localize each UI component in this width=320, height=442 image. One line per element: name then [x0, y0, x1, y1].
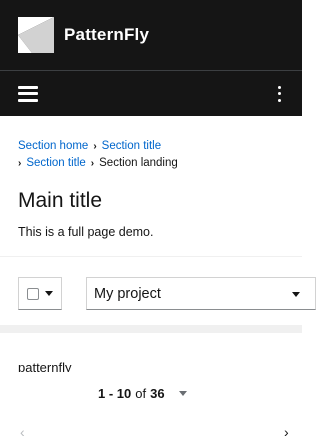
breadcrumb-link-section-title[interactable]: Section title	[102, 140, 161, 152]
page-title: Main title	[18, 189, 103, 212]
breadcrumb-line-1: Section home › Section title	[18, 138, 288, 155]
breadcrumb-separator-icon: ›	[93, 141, 97, 152]
toolbar-divider	[0, 256, 302, 257]
caret-down-icon	[45, 291, 53, 296]
project-select[interactable]: My project	[86, 277, 316, 310]
pagination-total: 36	[150, 386, 165, 401]
masthead-bottom	[0, 70, 302, 116]
breadcrumb-current: Section landing	[99, 157, 178, 169]
caret-down-icon	[178, 391, 187, 396]
bulk-select-dropdown[interactable]	[18, 277, 62, 310]
project-select-value: My project	[94, 285, 161, 302]
breadcrumb: Section home › Section title › Section titl…	[18, 138, 288, 172]
masthead-top: PatternFly	[0, 0, 302, 70]
caret-down-icon	[292, 292, 300, 297]
kebab-menu-icon[interactable]	[274, 85, 284, 102]
breadcrumb-link-section-home[interactable]: Section home	[18, 140, 88, 152]
pagination: 1 - 10 of 36 ‹ ›	[0, 372, 302, 442]
content-divider-band	[0, 325, 302, 333]
page-description: This is a full page demo.	[18, 225, 154, 239]
pagination-options-toggle[interactable]: 1 - 10 of 36	[98, 386, 187, 401]
pagination-range: 1 - 10	[98, 386, 132, 401]
pagination-of-label: of	[135, 386, 147, 401]
breadcrumb-line-2: › Section title › Section landing	[18, 155, 288, 172]
previous-page-icon[interactable]: ‹	[20, 424, 25, 440]
breadcrumb-separator-icon: ›	[90, 158, 95, 169]
next-page-icon[interactable]: ›	[284, 424, 289, 440]
brand-name: PatternFly	[64, 25, 150, 44]
select-all-checkbox[interactable]	[27, 287, 39, 300]
patternfly-logo-icon	[18, 17, 54, 53]
hamburger-menu-icon[interactable]	[18, 85, 38, 102]
breadcrumb-link-section-title-2[interactable]: Section title	[26, 157, 85, 169]
breadcrumb-separator-icon: ›	[18, 158, 22, 169]
